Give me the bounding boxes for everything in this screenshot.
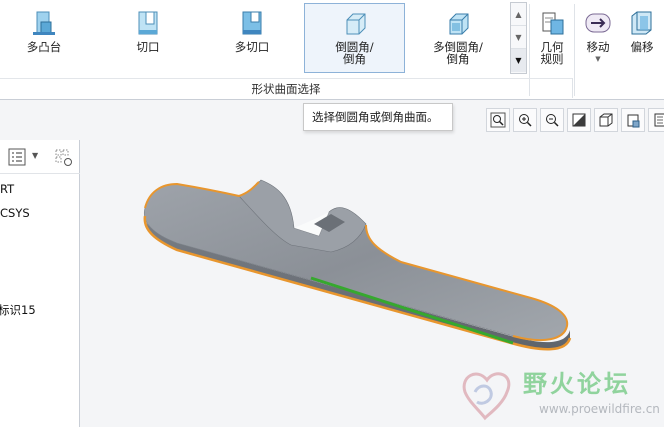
tooltip: 选择倒圆角或倒角曲面。 [303, 103, 453, 131]
watermark: 野火论坛 www.proewildfire.cn [455, 360, 660, 424]
gallery-down-arrow-icon[interactable]: ▼ [511, 26, 526, 49]
move-dropdown-arrow-icon[interactable]: ▼ [595, 55, 600, 63]
zoom-in-button[interactable] [513, 108, 537, 132]
zoom-fit-button[interactable] [486, 108, 510, 132]
tree-settings-icon[interactable] [8, 148, 26, 166]
saved-views-icon [627, 114, 640, 128]
round-chamfer-icon [346, 13, 365, 35]
ribbon: 多凸台 切口 多切口 倒圆角/ 倒角 多倒圆角/ 倒角 ▲ ▼ ▼ 几何 规则 … [0, 0, 664, 100]
move-button[interactable]: 移动 ▼ [578, 4, 618, 74]
watermark-url: www.proewildfire.cn [539, 402, 660, 416]
zoom-out-icon [546, 114, 559, 127]
group-label: 形状曲面选择 [0, 78, 572, 98]
saved-views-button[interactable] [621, 108, 645, 132]
gallery-up-arrow-icon[interactable]: ▲ [511, 3, 526, 26]
boss-label: 多凸台 [26, 40, 62, 54]
multi-round-chamfer-icon [449, 13, 469, 35]
multicut-icon [242, 11, 262, 35]
model-tree-toolbar: ▼ [0, 140, 80, 174]
move-label: 移动 [586, 40, 610, 54]
view-manager-button[interactable] [648, 108, 664, 132]
round-chamfer-label: 倒圆角/ 倒角 [335, 40, 374, 66]
zoom-out-button[interactable] [540, 108, 564, 132]
multi-round-chamfer-label: 多倒圆角/ 倒角 [433, 40, 483, 66]
watermark-title: 野火论坛 [523, 370, 631, 398]
watermark-logo-icon [462, 372, 511, 421]
round-chamfer-button[interactable]: 倒圆角/ 倒角 [304, 3, 405, 73]
offset-label: 偏移 [630, 40, 654, 54]
gallery-expand-icon[interactable]: ▼ [511, 49, 526, 72]
display-style-button[interactable] [594, 108, 618, 132]
zoom-fit-icon [490, 112, 506, 128]
boss-icon [33, 11, 55, 35]
move-icon [585, 13, 611, 33]
ribbon-separator [572, 78, 573, 98]
view-manager-icon [654, 113, 664, 127]
boss-button[interactable]: 多凸台 [14, 4, 74, 74]
geometry-rule-icon [542, 12, 564, 35]
multicut-button[interactable]: 多切口 [220, 4, 284, 74]
tree-settings-dropdown-icon[interactable]: ▼ [32, 151, 38, 160]
cut-icon [138, 11, 158, 35]
multi-round-chamfer-button[interactable]: 多倒圆角/ 倒角 [420, 4, 496, 74]
tree-item-feature[interactable]: 标识15 [0, 302, 36, 318]
gallery-scrollbar[interactable]: ▲ ▼ ▼ [510, 2, 527, 74]
ribbon-separator [574, 4, 575, 96]
cut-button[interactable]: 切口 [116, 4, 180, 74]
display-style-icon [599, 113, 613, 127]
zoom-in-icon [519, 114, 532, 127]
cut-label: 切口 [136, 40, 160, 54]
tree-filter-icon[interactable] [54, 148, 74, 168]
graphics-toolbar [486, 108, 664, 134]
tree-item-csys[interactable]: CSYS [0, 206, 30, 220]
repaint-button[interactable] [567, 108, 591, 132]
geometry-rule-label: 几何 规则 [540, 40, 564, 66]
plate-top-face[interactable] [143, 181, 568, 341]
repaint-icon [572, 113, 586, 127]
offset-icon [631, 11, 652, 35]
model-tree-panel: ▼ RT CSYS 标识15 [0, 140, 80, 427]
geometry-rule-button[interactable]: 几何 规则 [532, 4, 572, 74]
multicut-label: 多切口 [234, 40, 270, 54]
offset-button[interactable]: 偏移 [620, 4, 664, 74]
tree-item-part[interactable]: RT [0, 182, 14, 196]
